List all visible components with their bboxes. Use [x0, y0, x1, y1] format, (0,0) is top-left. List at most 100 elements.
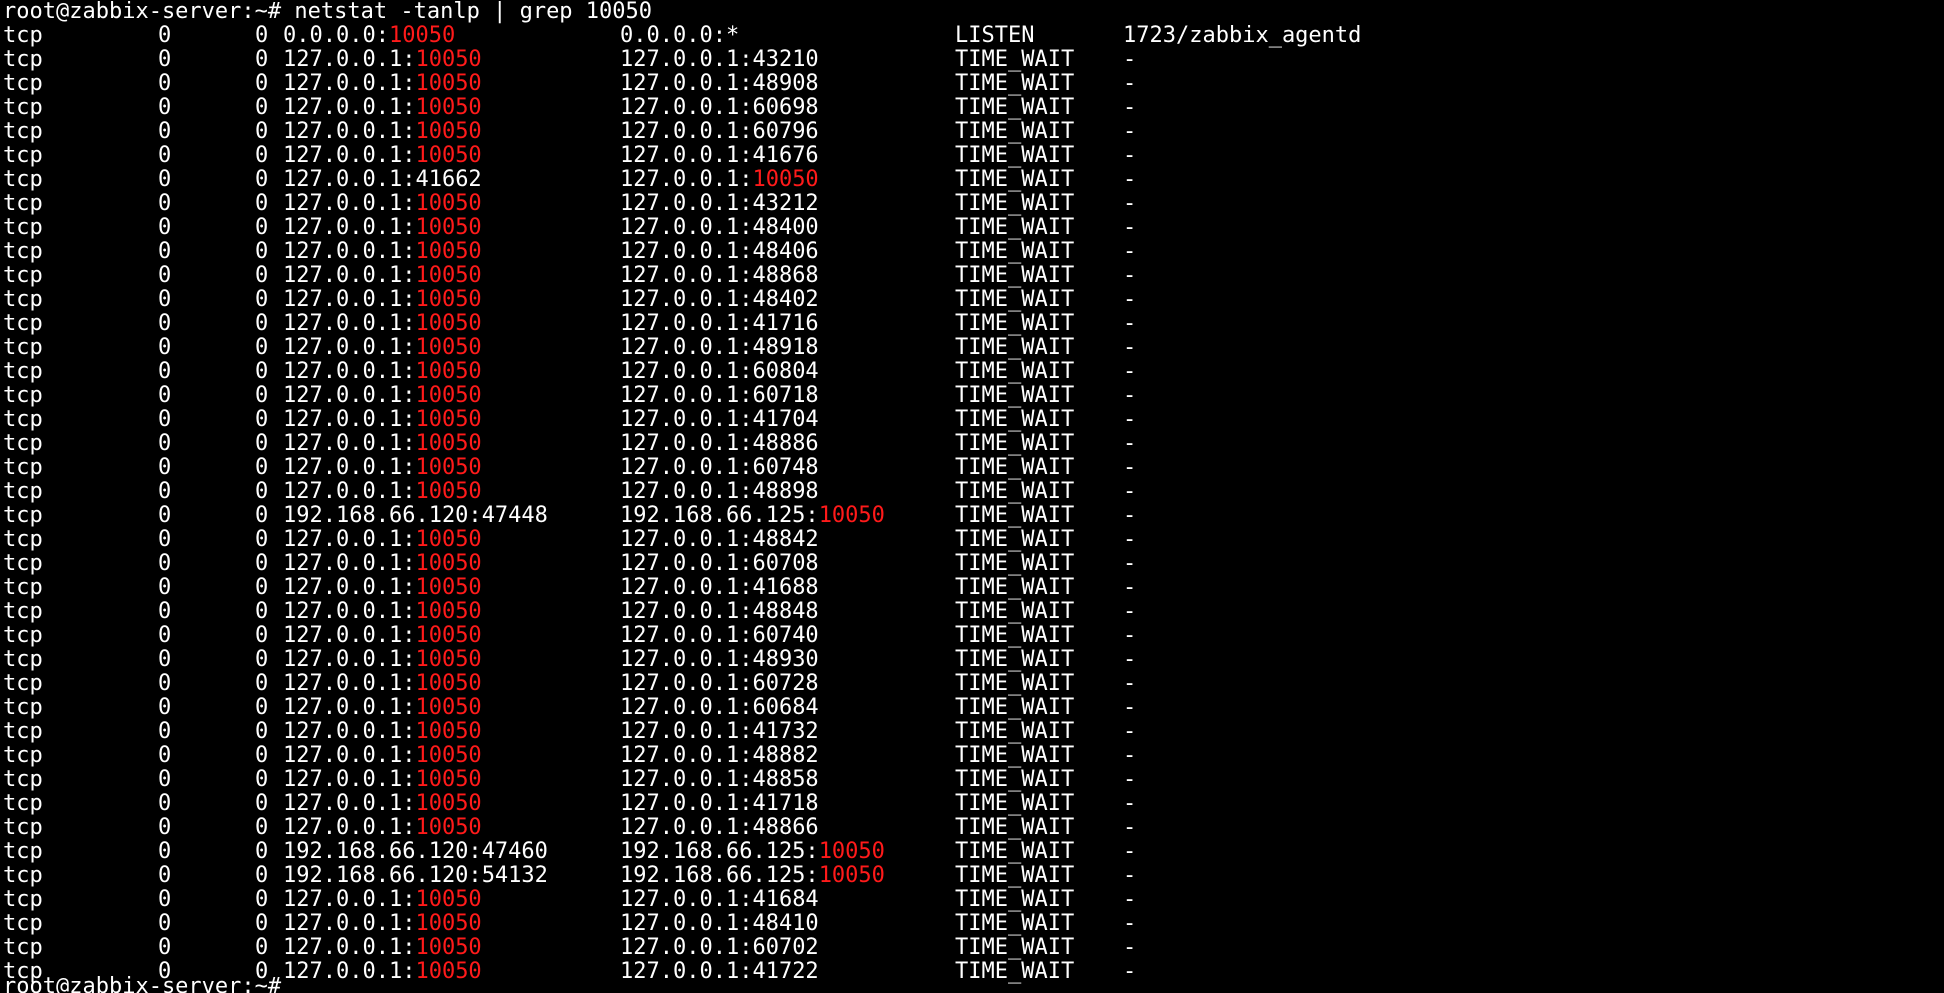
cell-local: 0.0.0.0:10050: [283, 24, 455, 48]
address-host: 127.0.0.1:: [283, 911, 416, 936]
cell-state: TIME_WAIT: [955, 47, 1075, 72]
cell-local: 127.0.0.1:10050: [283, 888, 482, 912]
cell-send-q: 0: [255, 719, 269, 744]
cell-recv-q: 0: [158, 119, 172, 144]
cell-state: TIME_WAIT: [955, 503, 1075, 528]
cell-pid-program: -: [1123, 287, 1137, 312]
cell-send-q: 0: [255, 407, 269, 432]
address-host: 127.0.0.1:: [620, 287, 753, 312]
cell-state: LISTEN: [955, 23, 1035, 48]
address-port: 10050: [415, 959, 482, 984]
address-host: 127.0.0.1:: [620, 311, 753, 336]
address-host: 127.0.0.1:: [620, 935, 753, 960]
cell-state: TIME_WAIT: [955, 815, 1075, 840]
cell-recv-q: 0: [158, 647, 172, 672]
cell-send-q: 0: [255, 263, 269, 288]
cell-foreign: 127.0.0.1:48866: [620, 816, 819, 840]
address-port: 60708: [752, 551, 819, 576]
cell-recv-q: 0: [158, 71, 172, 96]
cell-state: TIME_WAIT: [955, 287, 1075, 312]
cell-local: 127.0.0.1:10050: [283, 744, 482, 768]
cell-recv-q: 0: [158, 767, 172, 792]
cell-foreign: 127.0.0.1:60698: [620, 96, 819, 120]
address-port: 60702: [752, 935, 819, 960]
cell-recv-q: 0: [158, 551, 172, 576]
cell-recv-q: 0: [158, 479, 172, 504]
address-port: 60718: [752, 383, 819, 408]
address-host: 127.0.0.1:: [283, 791, 416, 816]
cell-state: TIME_WAIT: [955, 167, 1075, 192]
address-host: 127.0.0.1:: [283, 167, 416, 192]
cell-proto: tcp: [3, 71, 43, 96]
address-port: *: [725, 23, 740, 48]
address-host: 127.0.0.1:: [283, 647, 416, 672]
cell-recv-q: 0: [158, 383, 172, 408]
address-host: 127.0.0.1:: [620, 215, 753, 240]
address-host: 127.0.0.1:: [620, 143, 753, 168]
cell-local: 127.0.0.1:10050: [283, 144, 482, 168]
cell-state: TIME_WAIT: [955, 95, 1075, 120]
cell-send-q: 0: [255, 335, 269, 360]
cell-proto: tcp: [3, 335, 43, 360]
cell-proto: tcp: [3, 311, 43, 336]
address-host: 127.0.0.1:: [283, 143, 416, 168]
cell-pid-program: -: [1123, 503, 1137, 528]
cell-foreign: 127.0.0.1:41684: [620, 888, 819, 912]
address-port: 47448: [481, 503, 548, 528]
cell-foreign: 127.0.0.1:48868: [620, 264, 819, 288]
cell-pid-program: -: [1123, 95, 1137, 120]
cell-local: 127.0.0.1:10050: [283, 600, 482, 624]
cell-recv-q: 0: [158, 407, 172, 432]
address-port: 10050: [415, 383, 482, 408]
cell-local: 127.0.0.1:10050: [283, 960, 482, 984]
address-host: 127.0.0.1:: [283, 215, 416, 240]
cell-send-q: 0: [255, 167, 269, 192]
cell-send-q: 0: [255, 527, 269, 552]
cell-recv-q: 0: [158, 503, 172, 528]
cell-proto: tcp: [3, 143, 43, 168]
cell-recv-q: 0: [158, 791, 172, 816]
address-host: 127.0.0.1:: [620, 431, 753, 456]
address-port: 10050: [415, 935, 482, 960]
cell-state: TIME_WAIT: [955, 743, 1075, 768]
cell-foreign: 127.0.0.1:60804: [620, 360, 819, 384]
address-port: 10050: [818, 839, 885, 864]
cell-foreign: 127.0.0.1:48930: [620, 648, 819, 672]
cell-foreign: 127.0.0.1:41732: [620, 720, 819, 744]
cell-send-q: 0: [255, 47, 269, 72]
address-port: 47460: [481, 839, 548, 864]
address-host: 127.0.0.1:: [620, 815, 753, 840]
cell-local: 127.0.0.1:10050: [283, 648, 482, 672]
shell-prompt-bottom[interactable]: root@zabbix-server:~#: [3, 975, 281, 993]
cell-send-q: 0: [255, 863, 269, 888]
address-port: 10050: [415, 767, 482, 792]
cell-proto: tcp: [3, 479, 43, 504]
cell-state: TIME_WAIT: [955, 887, 1075, 912]
cell-recv-q: 0: [158, 575, 172, 600]
cell-state: TIME_WAIT: [955, 215, 1075, 240]
cell-proto: tcp: [3, 527, 43, 552]
shell-prompt: root@zabbix-server:~#: [3, 0, 282, 24]
cell-pid-program: -: [1123, 191, 1137, 216]
address-host: 127.0.0.1:: [620, 479, 753, 504]
cell-send-q: 0: [255, 311, 269, 336]
address-host: 0.0.0.0:: [283, 23, 389, 48]
cell-send-q: 0: [255, 575, 269, 600]
address-port: 10050: [752, 167, 819, 192]
terminal-window[interactable]: root@zabbix-server:~# netstat -tanlp | g…: [0, 0, 1944, 993]
address-host: 127.0.0.1:: [620, 383, 753, 408]
address-port: 41676: [752, 143, 819, 168]
cell-send-q: 0: [255, 767, 269, 792]
cell-pid-program: -: [1123, 623, 1137, 648]
cell-pid-program: -: [1123, 575, 1137, 600]
address-host: 127.0.0.1:: [620, 911, 753, 936]
cell-recv-q: 0: [158, 839, 172, 864]
cell-state: TIME_WAIT: [955, 527, 1075, 552]
address-port: 10050: [415, 479, 482, 504]
address-port: 10050: [415, 455, 482, 480]
cell-proto: tcp: [3, 767, 43, 792]
cell-send-q: 0: [255, 647, 269, 672]
cell-state: TIME_WAIT: [955, 431, 1075, 456]
cell-send-q: 0: [255, 191, 269, 216]
cell-recv-q: 0: [158, 887, 172, 912]
